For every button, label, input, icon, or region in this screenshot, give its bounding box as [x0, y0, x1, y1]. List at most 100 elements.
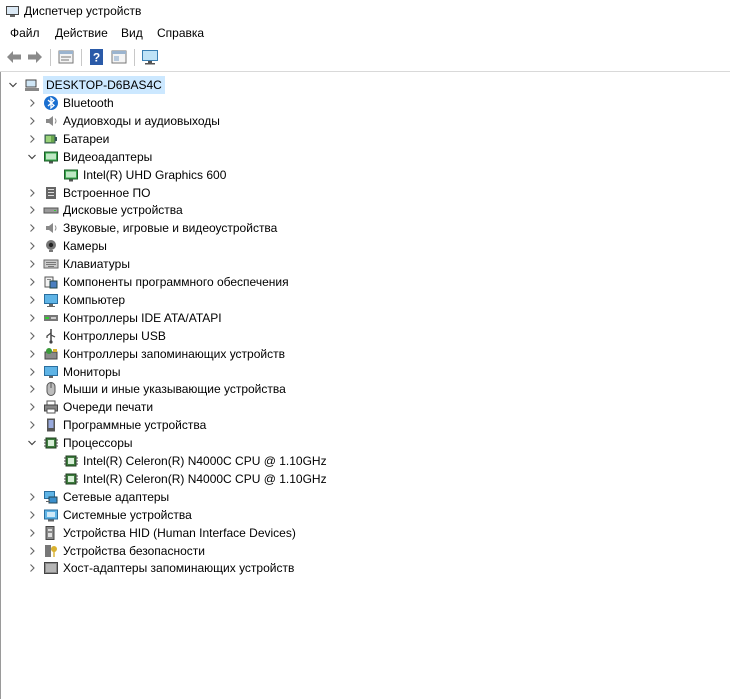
device-category[interactable]: Устройства HID (Human Interface Devices)	[1, 524, 721, 542]
device-category[interactable]: Аудиовходы и аудиовыходы	[1, 112, 721, 130]
device-category[interactable]: Контроллеры USB	[1, 327, 721, 345]
chevron-right-icon[interactable]	[27, 524, 37, 542]
monitor-scan-icon[interactable]	[141, 48, 159, 66]
device-category[interactable]: Мониторы	[1, 363, 721, 381]
chevron-right-icon[interactable]	[27, 559, 37, 577]
device-tree: DESKTOP-D6BAS4C Bluetooth Аудиовходы и ау…	[0, 72, 729, 699]
bluetooth-icon	[44, 96, 58, 110]
tree-item-label: Мониторы	[63, 364, 121, 379]
menu-bar: Файл Действие Вид Справка	[0, 24, 730, 44]
device-category[interactable]: Компьютер	[1, 291, 721, 309]
chevron-right-icon[interactable]	[27, 237, 37, 255]
device-category[interactable]: Очереди печати	[1, 398, 721, 416]
device-category[interactable]: Дисковые устройства	[1, 201, 721, 219]
tree-item-label: Компоненты программного обеспечения	[63, 275, 289, 289]
chevron-right-icon[interactable]	[27, 201, 37, 219]
device-category[interactable]: Компоненты программного обеспечения	[1, 273, 721, 291]
tree-item-label: Клавиатуры	[63, 257, 130, 272]
security-device-icon	[45, 544, 57, 557]
device-category[interactable]: Программные устройства	[1, 416, 721, 434]
svg-text:?: ?	[93, 51, 100, 65]
device-category[interactable]: Хост-адаптеры запоминающих устройств	[1, 559, 721, 577]
window-title: Диспетчер устройств	[24, 4, 142, 18]
chevron-right-icon[interactable]	[27, 345, 37, 363]
chevron-right-icon[interactable]	[27, 291, 37, 309]
device-item[interactable]: Intel(R) Celeron(R) N4000C CPU @ 1.10GHz	[1, 452, 721, 470]
camera-icon	[46, 240, 56, 253]
display-adapter-icon	[64, 169, 78, 182]
chevron-right-icon[interactable]	[27, 398, 37, 416]
printer-icon	[44, 400, 58, 414]
console-tree-icon[interactable]	[110, 48, 128, 66]
toolbar: ?	[0, 44, 730, 72]
chevron-right-icon[interactable]	[27, 112, 37, 130]
tree-item-label: Intel(R) Celeron(R) N4000C CPU @ 1.10GHz	[83, 454, 327, 468]
disk-icon	[43, 207, 59, 214]
monitor-icon	[44, 365, 58, 378]
toolbar-separator	[81, 49, 82, 66]
chevron-down-icon[interactable]	[8, 76, 18, 94]
chevron-right-icon[interactable]	[27, 309, 37, 327]
menu-action[interactable]: Действие	[53, 26, 110, 40]
keyboard-icon	[43, 259, 59, 269]
device-category[interactable]: Клавиатуры	[1, 255, 721, 273]
chevron-right-icon[interactable]	[27, 542, 37, 560]
chevron-right-icon[interactable]	[27, 506, 37, 524]
tree-root[interactable]: DESKTOP-D6BAS4C	[1, 76, 301, 94]
device-category[interactable]: Bluetooth	[1, 94, 721, 112]
device-category[interactable]: Процессоры	[1, 434, 721, 452]
device-category[interactable]: Системные устройства	[1, 506, 721, 524]
chevron-down-icon[interactable]	[27, 148, 37, 166]
device-category[interactable]: Контроллеры IDE ATA/ATAPI	[1, 309, 721, 327]
help-icon[interactable]: ?	[88, 48, 106, 66]
device-category[interactable]: Контроллеры запоминающих устройств	[1, 345, 721, 363]
device-category[interactable]: Камеры	[1, 237, 721, 255]
tree-item-label: Компьютер	[63, 292, 126, 307]
chevron-right-icon[interactable]	[27, 130, 37, 148]
tree-item-label: Программные устройства	[63, 418, 207, 433]
chevron-right-icon[interactable]	[27, 94, 37, 112]
forward-icon[interactable]	[26, 48, 44, 66]
device-item[interactable]: Intel(R) UHD Graphics 600	[1, 166, 721, 184]
tree-item-label: Сетевые адаптеры	[63, 489, 170, 504]
processor-icon	[64, 455, 78, 467]
processor-icon	[64, 473, 78, 485]
device-category[interactable]: Встроенное ПО	[1, 184, 721, 202]
root-label: DESKTOP-D6BAS4C	[43, 76, 165, 94]
tree-item-label: Устройства безопасности	[63, 543, 205, 558]
tree-item-label: Дисковые устройства	[63, 203, 183, 218]
chevron-right-icon[interactable]	[27, 273, 37, 291]
chevron-right-icon[interactable]	[27, 380, 37, 398]
ide-controller-icon	[44, 314, 58, 321]
device-category[interactable]: Звуковые, игровые и видеоустройства	[1, 219, 721, 237]
device-category[interactable]: Устройства безопасности	[1, 542, 721, 560]
chevron-right-icon[interactable]	[27, 219, 37, 237]
toolbar-separator	[50, 49, 51, 66]
properties-icon[interactable]	[57, 48, 75, 66]
device-category[interactable]: Батареи	[1, 130, 721, 148]
device-manager-app-icon	[6, 6, 19, 17]
device-category[interactable]: Видеоадаптеры	[1, 148, 721, 166]
tree-item-label: Контроллеры IDE ATA/ATAPI	[63, 310, 222, 325]
tree-item-label: Камеры	[63, 239, 107, 254]
device-category[interactable]: Сетевые адаптеры	[1, 488, 721, 506]
chevron-right-icon[interactable]	[27, 327, 37, 345]
storage-host-icon	[44, 562, 58, 575]
toolbar-separator	[134, 49, 135, 66]
chevron-right-icon[interactable]	[27, 255, 37, 273]
chevron-right-icon[interactable]	[27, 416, 37, 434]
device-category[interactable]: Мыши и иные указывающие устройства	[1, 380, 721, 398]
chevron-right-icon[interactable]	[27, 184, 37, 202]
menu-help[interactable]: Справка	[155, 26, 206, 40]
chevron-down-icon[interactable]	[27, 434, 37, 452]
firmware-icon	[46, 186, 56, 199]
tree-item-label: Intel(R) UHD Graphics 600	[83, 167, 227, 182]
computer-icon	[25, 79, 39, 91]
chevron-right-icon[interactable]	[27, 363, 37, 381]
tree-item-label: Видеоадаптеры	[63, 149, 153, 164]
back-icon[interactable]	[5, 48, 23, 66]
menu-view[interactable]: Вид	[119, 26, 145, 40]
device-item[interactable]: Intel(R) Celeron(R) N4000C CPU @ 1.10GHz	[1, 470, 721, 488]
chevron-right-icon[interactable]	[27, 488, 37, 506]
menu-file[interactable]: Файл	[8, 26, 42, 40]
